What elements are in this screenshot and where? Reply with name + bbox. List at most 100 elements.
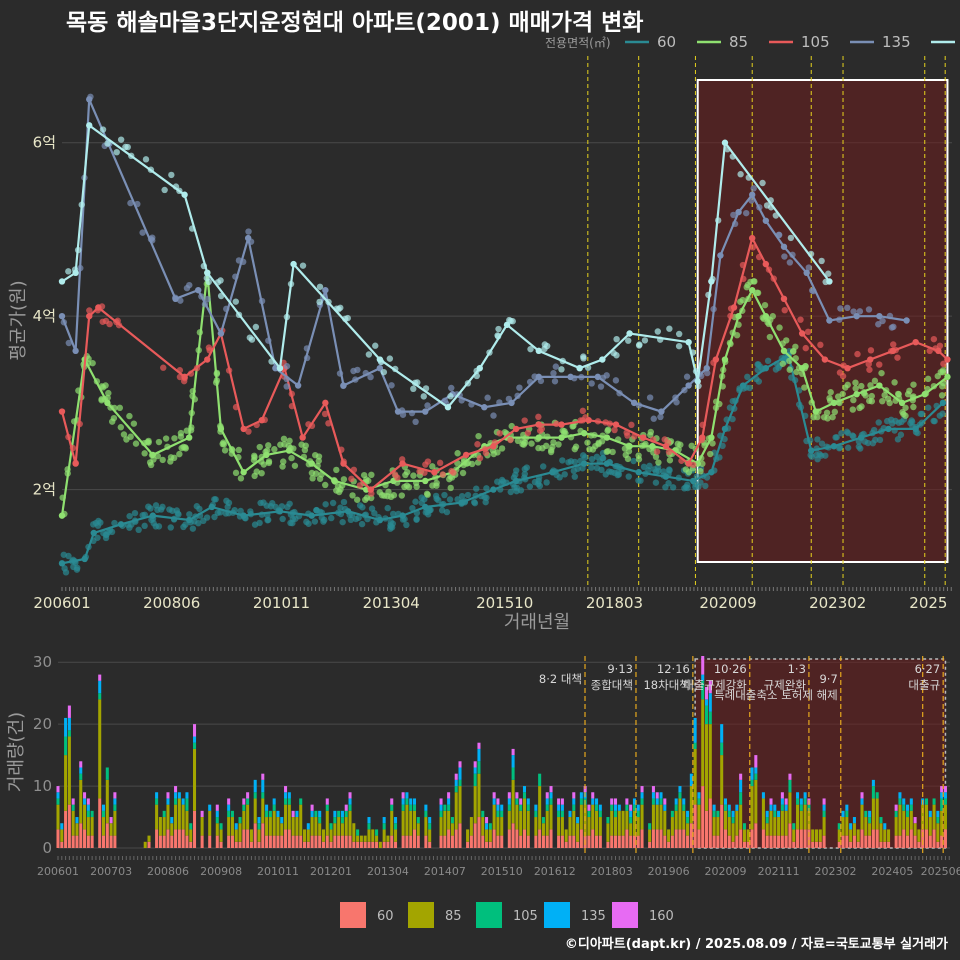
volume-bar-160 [439, 798, 443, 805]
volume-bar-85 [246, 804, 250, 830]
point-85 [132, 440, 140, 447]
point-85 [447, 484, 454, 492]
volume-bar-105 [682, 804, 686, 811]
volume-bar-135 [67, 717, 71, 731]
volume-bar-60 [375, 841, 379, 848]
volume-bar-160 [261, 773, 265, 780]
volume-bar-60 [189, 841, 193, 848]
volume-bar-105 [443, 804, 447, 811]
volume-bar-135 [773, 804, 777, 811]
volume-bar-85 [424, 817, 428, 836]
volume-bar-85 [447, 810, 451, 830]
volume-bar-135 [306, 823, 310, 830]
volume-bar-60 [868, 835, 872, 848]
point-85 [891, 379, 898, 386]
volume-bar-85 [477, 773, 481, 818]
volume-bar-85 [302, 829, 307, 842]
volume-bar-60 [708, 798, 712, 848]
volume-bar-85 [568, 817, 572, 836]
volume-bar-85 [363, 835, 367, 842]
volume-bar-105 [367, 823, 371, 830]
volume-bar-60 [621, 835, 625, 848]
volume-bar-85 [792, 829, 796, 842]
volume-bar-85 [898, 804, 902, 836]
volume-bar-135 [174, 792, 178, 799]
volume-bar-160 [291, 810, 295, 818]
volume-bar-60 [394, 841, 398, 848]
point-160 [365, 351, 373, 358]
volume-bar-135 [458, 767, 462, 780]
volume-bar-85 [242, 810, 246, 830]
volume-bar-135 [367, 817, 371, 824]
point-85 [910, 381, 917, 388]
volume-bar-105 [697, 798, 701, 805]
volume-bar-135 [735, 804, 739, 811]
volume-bar-135 [272, 798, 276, 805]
point-85 [519, 440, 526, 448]
volume-bar-85 [572, 810, 576, 836]
volume-bar-85 [390, 810, 394, 836]
volume-bar-105 [405, 798, 409, 805]
volume-bar-105 [390, 804, 394, 811]
volume-bar-60 [401, 835, 405, 848]
volume-bar-60 [166, 829, 170, 848]
volume-bar-60 [943, 829, 947, 848]
volume-bar-160 [822, 798, 826, 805]
point-160 [675, 342, 683, 350]
volume-bar-135 [845, 804, 849, 811]
point-85 [312, 451, 319, 459]
point-160 [447, 393, 454, 400]
price-y-tick: 6억 [33, 134, 56, 152]
point-60 [339, 518, 346, 526]
volume-bar-160 [894, 804, 898, 811]
point-85 [105, 389, 112, 397]
point-60 [875, 419, 882, 426]
volume-bar-135 [708, 693, 712, 712]
volume-bar-85 [310, 817, 314, 836]
point-85 [251, 472, 258, 480]
volume-bar-60 [610, 835, 614, 848]
volume-bar-85 [519, 810, 523, 836]
point-85 [655, 459, 662, 466]
point-160 [380, 368, 388, 376]
volume-bar-85 [287, 804, 291, 830]
price-x-tick: 202009 [699, 594, 756, 612]
volume-bar-60 [648, 841, 652, 848]
volume-bar-85 [337, 817, 341, 836]
volume-bar-160 [447, 792, 451, 799]
point-60 [692, 483, 699, 491]
point-135 [552, 363, 560, 370]
point-60 [152, 523, 159, 530]
volume-bar-85 [735, 810, 739, 836]
volume-bar-160 [310, 804, 314, 811]
point-85 [433, 482, 440, 489]
volume-bar-60 [682, 829, 686, 848]
volume-bar-60 [526, 835, 530, 848]
volume-bar-135 [659, 792, 663, 799]
volume-bar-105 [595, 804, 599, 811]
volume-bar-85 [458, 786, 462, 824]
point-85 [286, 437, 293, 445]
volume-bar-105 [428, 823, 432, 830]
volume-bar-135 [253, 779, 257, 793]
volume-bar-160 [390, 798, 394, 805]
volume-bar-60 [181, 829, 185, 848]
volume-bar-160 [572, 792, 576, 799]
point-85 [277, 441, 284, 448]
volume-bar-85 [591, 804, 595, 830]
volume-bar-85 [485, 829, 489, 842]
point-105 [866, 366, 873, 373]
volume-bar-60 [727, 835, 731, 848]
volume-bar-135 [860, 798, 864, 805]
volume-bar-160 [629, 804, 633, 811]
volume-bar-85 [587, 817, 591, 836]
volume-bar-60 [560, 835, 564, 848]
volume-bar-85 [534, 817, 538, 836]
volume-bar-85 [249, 829, 253, 842]
volume-bar-135 [473, 767, 477, 774]
volume-bar-85 [359, 835, 363, 842]
point-60 [62, 569, 70, 576]
point-85 [586, 445, 593, 453]
volume-bar-60 [242, 829, 246, 848]
volume-bar-85 [158, 817, 162, 836]
